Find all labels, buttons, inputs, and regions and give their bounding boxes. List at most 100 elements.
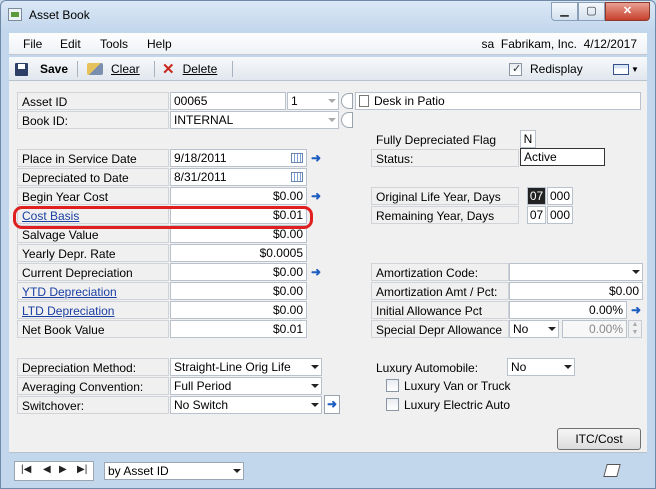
remaining-year-field[interactable]: 07	[527, 206, 546, 224]
switchover-expand-button[interactable]: ➜	[324, 395, 340, 414]
begin-year-cost-field[interactable]: $0.00	[170, 187, 307, 205]
menu-edit[interactable]: Edit	[60, 37, 81, 51]
floppy-disk-icon	[15, 62, 28, 76]
book-id-label: Book ID:	[17, 111, 169, 129]
current-depreciation-label: Current Depreciation	[17, 263, 169, 281]
lookup-button[interactable]	[341, 93, 353, 109]
initial-allowance-label: Initial Allowance Pct	[371, 301, 509, 319]
amortization-code-label: Amortization Code:	[371, 263, 509, 281]
next-record-button[interactable]: ▶	[59, 464, 67, 475]
fully-depreciated-flag-label: Fully Depreciated Flag	[371, 130, 519, 148]
luxury-automobile-label: Luxury Automobile:	[371, 358, 509, 376]
note-icon[interactable]	[603, 464, 621, 477]
minimize-button[interactable]: ▁	[551, 2, 578, 21]
current-depreciation-field[interactable]: $0.00	[170, 263, 307, 281]
ltd-depreciation-label[interactable]: LTD Depreciation	[17, 301, 169, 319]
menu-file[interactable]: File	[23, 37, 42, 51]
window-options-button[interactable]: ▼	[613, 60, 639, 78]
window-title: Asset Book	[29, 8, 90, 22]
user-date: 4/12/2017	[583, 37, 637, 51]
clear-button[interactable]: Clear	[87, 60, 140, 78]
menu-tools[interactable]: Tools	[100, 37, 128, 51]
original-life-year-field[interactable]: 07	[527, 187, 546, 205]
user-name: sa	[481, 37, 495, 51]
asset-id-field[interactable]: 00065	[170, 92, 286, 110]
previous-record-button[interactable]: ◀	[43, 464, 51, 475]
luxury-van-label: Luxury Van or Truck	[404, 379, 511, 393]
special-allowance-spinner: ▲ ▼	[628, 320, 642, 338]
luxury-automobile-select[interactable]: No	[507, 358, 575, 376]
switchover-label: Switchover:	[17, 396, 169, 414]
status-value: Active	[520, 148, 605, 166]
averaging-convention-label: Averaging Convention:	[17, 377, 169, 395]
net-book-value-field[interactable]: $0.01	[170, 320, 307, 338]
delete-button[interactable]: ✕ Delete	[162, 60, 217, 78]
averaging-convention-select[interactable]: Full Period	[170, 377, 322, 395]
app-icon	[8, 8, 22, 21]
calendar-icon[interactable]	[291, 172, 303, 182]
begin-year-cost-expand-button[interactable]: ➜	[309, 188, 323, 204]
menu-help[interactable]: Help	[147, 37, 172, 51]
company-name: Fabrikam, Inc.	[500, 37, 577, 51]
luxury-van-checkbox[interactable]	[386, 379, 399, 392]
note-icon[interactable]	[359, 95, 369, 107]
redisplay-checkbox[interactable]: ✓	[509, 62, 522, 76]
depreciation-method-label: Depreciation Method:	[17, 358, 169, 376]
asset-description-field[interactable]: Desk in Patio	[355, 92, 641, 110]
toolbar: Save Clear ✕ Delete ✓ Redisplay ▼	[9, 57, 647, 81]
asset-book-form: Asset ID 00065 1 Desk in Patio Book ID: …	[9, 81, 647, 453]
depreciated-to-field[interactable]: 8/31/2011	[170, 168, 307, 186]
luxury-electric-checkbox[interactable]	[386, 398, 399, 411]
remaining-life-label: Remaining Year, Days	[371, 206, 519, 224]
luxury-electric-label: Luxury Electric Auto	[404, 398, 511, 412]
asset-id-label: Asset ID	[17, 92, 169, 110]
itc-cost-button[interactable]: ITC/Cost	[557, 428, 641, 450]
place-in-service-label: Place in Service Date	[17, 149, 169, 167]
maximize-button[interactable]: ▢	[578, 2, 605, 21]
place-in-service-expand-button[interactable]: ➜	[309, 150, 323, 166]
yearly-depr-rate-field[interactable]: $0.0005	[170, 244, 307, 262]
status-label: Status:	[371, 149, 519, 167]
first-record-button[interactable]: |◀	[21, 464, 31, 475]
save-button[interactable]: Save	[15, 60, 68, 78]
switchover-select[interactable]: No Switch	[170, 396, 322, 414]
initial-allowance-field[interactable]: 0.00%	[509, 301, 627, 319]
depreciated-to-label: Depreciated to Date	[17, 168, 169, 186]
yearly-depr-rate-label: Yearly Depr. Rate	[17, 244, 169, 262]
redisplay-toggle[interactable]: ✓ Redisplay	[509, 60, 583, 78]
menu-bar: File Edit Tools Help sa Fabrikam, Inc. 4…	[9, 33, 647, 55]
asset-book-window: Asset Book ▁ ▢ ✕ File Edit Tools Help sa…	[0, 0, 656, 489]
special-allowance-label: Special Depr Allowance	[371, 320, 509, 338]
chevron-down-icon: ▼	[631, 64, 639, 74]
special-allowance-pct-field: 0.00%	[562, 320, 627, 338]
amortization-code-select[interactable]	[509, 263, 643, 281]
current-depreciation-expand-button[interactable]: ➜	[309, 264, 323, 280]
ytd-depreciation-field[interactable]: $0.00	[170, 282, 307, 300]
original-life-days-field[interactable]: 000	[547, 187, 573, 205]
begin-year-cost-label: Begin Year Cost	[17, 187, 169, 205]
net-book-value-label: Net Book Value	[17, 320, 169, 338]
amortization-amt-label: Amortization Amt / Pct:	[371, 282, 509, 300]
amortization-amt-field[interactable]: $0.00	[509, 282, 643, 300]
asset-suffix-field[interactable]: 1	[287, 92, 339, 110]
cost-basis-highlight	[13, 206, 313, 229]
eraser-icon	[87, 63, 103, 75]
place-in-service-field[interactable]: 9/18/2011	[170, 149, 307, 167]
initial-allowance-expand-button[interactable]: ➜	[629, 302, 643, 318]
last-record-button[interactable]: ▶|	[77, 464, 87, 475]
remaining-days-field[interactable]: 000	[547, 206, 573, 224]
depreciation-method-select[interactable]: Straight-Line Orig Life	[170, 358, 322, 376]
title-bar: Asset Book ▁ ▢ ✕	[1, 1, 655, 29]
sort-order-select[interactable]: by Asset ID	[104, 462, 244, 480]
original-life-label: Original Life Year, Days	[371, 187, 519, 205]
session-info: sa Fabrikam, Inc. 4/12/2017	[482, 37, 637, 51]
calendar-icon[interactable]	[291, 153, 303, 163]
delete-x-icon: ✕	[162, 60, 175, 78]
close-button[interactable]: ✕	[605, 2, 650, 21]
book-id-field[interactable]: INTERNAL	[170, 111, 339, 129]
options-icon	[613, 63, 629, 75]
special-allowance-select[interactable]: No	[509, 320, 559, 338]
navigation-bar: |◀ ◀ ▶ ▶| by Asset ID	[9, 459, 647, 483]
ltd-depreciation-field[interactable]: $0.00	[170, 301, 307, 319]
ytd-depreciation-label[interactable]: YTD Depreciation	[17, 282, 169, 300]
